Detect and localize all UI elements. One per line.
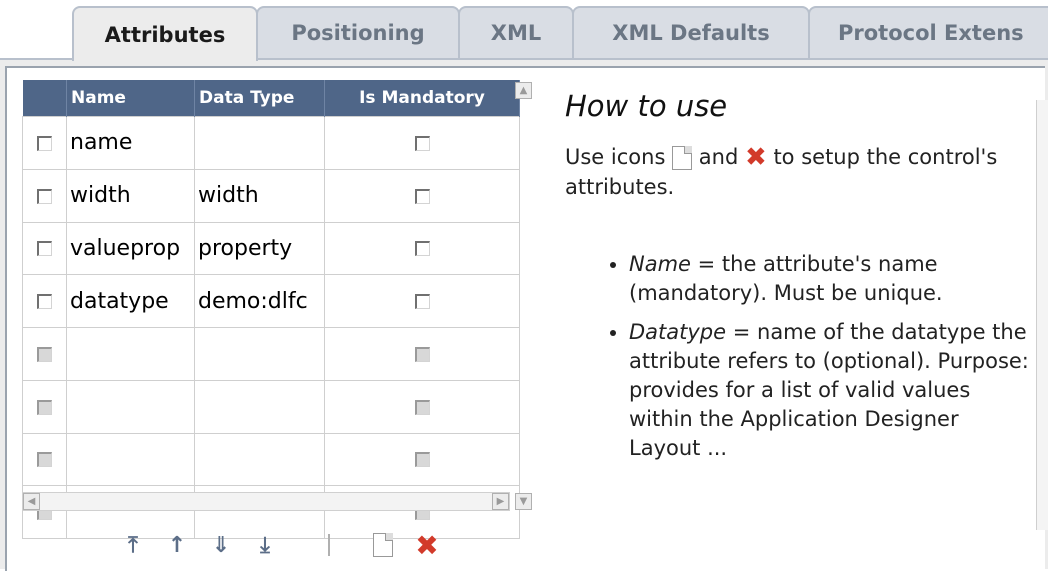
help-item-datatype: Datatype = name of the datatype the attr… <box>629 318 1030 463</box>
move-up-icon[interactable]: ↑ <box>164 530 190 560</box>
grid-scroll-down-button[interactable]: ▼ <box>515 493 532 510</box>
tab-strip: Attributes Positioning XML XML Defaults … <box>0 0 1048 61</box>
cell-data-type[interactable]: width <box>194 168 325 223</box>
tab-protocol-extensions[interactable]: Protocol Extens <box>808 6 1048 58</box>
cell-data-type <box>194 379 325 434</box>
table-row <box>22 379 520 434</box>
mandatory-checkbox[interactable] <box>324 168 520 223</box>
help-panel: How to use Use icons and ✖ to setup the … <box>565 92 1030 569</box>
table-row: datatype demo:dlfc <box>22 274 520 328</box>
row-select-checkbox[interactable] <box>22 274 67 328</box>
grid-toolbar: ⤒ ↑ ⇓ ⤓ ✖ <box>120 528 458 562</box>
mandatory-checkbox[interactable] <box>324 379 520 434</box>
tab-label: Positioning <box>291 21 425 45</box>
move-top-icon[interactable]: ⤒ <box>120 530 146 560</box>
cell-name <box>66 379 195 434</box>
mandatory-checkbox[interactable] <box>324 274 520 328</box>
cell-data-type[interactable] <box>194 116 325 170</box>
grid-scroll-up-button[interactable]: ▲ <box>515 82 532 99</box>
row-select-checkbox[interactable] <box>22 168 67 223</box>
delete-icon[interactable]: ✖ <box>414 529 440 562</box>
toolbar-separator <box>328 534 330 556</box>
table-row: width width <box>22 168 520 223</box>
cell-data-type[interactable]: demo:dlfc <box>194 274 325 328</box>
grid-scroll-left-button[interactable]: ◀ <box>23 493 40 510</box>
cell-name[interactable]: valueprop <box>66 221 195 276</box>
column-header-name[interactable]: Name <box>66 80 195 117</box>
delete-icon: ✖ <box>744 142 767 173</box>
column-header-data-type[interactable]: Data Type <box>194 80 325 117</box>
cell-name <box>66 432 195 487</box>
cell-name <box>66 327 195 381</box>
tab-label: Protocol Extens <box>838 21 1024 45</box>
table-row: valueprop property <box>22 221 520 276</box>
help-list: Name = the attribute's name (mandatory).… <box>565 250 1030 463</box>
row-select-checkbox[interactable] <box>22 379 67 434</box>
new-icon <box>672 146 693 170</box>
new-icon[interactable] <box>370 530 396 560</box>
cell-name[interactable]: width <box>66 168 195 223</box>
mandatory-checkbox[interactable] <box>324 432 520 487</box>
grid-horizontal-scrollbar[interactable] <box>22 492 510 511</box>
row-select-checkbox[interactable] <box>22 327 67 381</box>
grid-scroll-right-button[interactable]: ▶ <box>492 493 509 510</box>
tab-label: XML <box>490 21 542 45</box>
help-title: How to use <box>565 92 728 123</box>
cell-name[interactable]: name <box>66 116 195 170</box>
mandatory-checkbox[interactable] <box>324 221 520 276</box>
help-item-name: Name = the attribute's name (mandatory).… <box>629 250 1030 308</box>
mandatory-checkbox[interactable] <box>324 116 520 170</box>
cell-data-type[interactable]: property <box>194 221 325 276</box>
select-all-header <box>22 80 67 117</box>
tab-xml[interactable]: XML <box>458 6 574 58</box>
cell-data-type <box>194 327 325 381</box>
move-down-icon[interactable]: ⇓ <box>208 530 234 560</box>
row-select-checkbox[interactable] <box>22 116 67 170</box>
cell-data-type <box>194 432 325 487</box>
tab-attributes[interactable]: Attributes <box>72 6 258 61</box>
row-select-checkbox[interactable] <box>22 432 67 487</box>
column-header-is-mandatory[interactable]: Is Mandatory <box>324 80 520 117</box>
tab-label: XML Defaults <box>612 21 770 45</box>
table-row <box>22 432 520 487</box>
tab-label: Attributes <box>104 22 226 47</box>
table-row: name <box>22 116 520 170</box>
row-select-checkbox[interactable] <box>22 221 67 276</box>
tab-positioning[interactable]: Positioning <box>256 6 460 58</box>
help-vertical-scrollbar[interactable] <box>1036 100 1048 530</box>
tab-xml-defaults[interactable]: XML Defaults <box>572 6 810 58</box>
grid-header-row: Name Data Type Is Mandatory <box>22 80 520 117</box>
attributes-grid: Name Data Type Is Mandatory name width wid… <box>22 80 520 539</box>
table-row <box>22 327 520 381</box>
help-intro: Use icons and ✖ to setup the control's a… <box>565 142 998 199</box>
move-bottom-icon[interactable]: ⤓ <box>252 530 278 560</box>
mandatory-checkbox[interactable] <box>324 327 520 381</box>
cell-name[interactable]: datatype <box>66 274 195 328</box>
